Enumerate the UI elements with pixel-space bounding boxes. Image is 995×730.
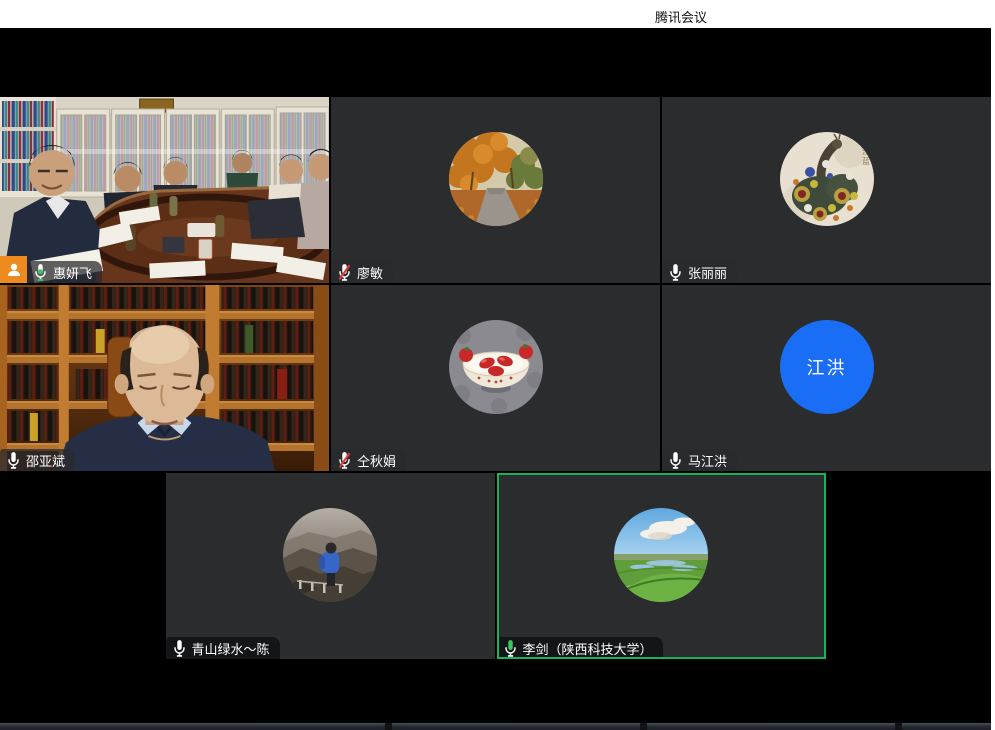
app-title: 腾讯会议	[655, 7, 707, 26]
presence-person-icon	[0, 256, 27, 283]
participant-label: 青山绿水～陈	[166, 637, 280, 659]
meeting-window: 惠妍飞	[0, 28, 991, 730]
participant-name: 廖敏	[357, 263, 383, 282]
participant-name: 仝秋娟	[357, 451, 396, 470]
participant-label: 张丽丽	[662, 261, 737, 283]
participant-label: 仝秋娟	[331, 449, 406, 471]
avatar-image	[283, 508, 377, 602]
participant-tile-majianghong[interactable]: 江洪 马江洪	[662, 285, 991, 471]
participant-label: 廖敏	[331, 261, 393, 283]
participant-tile-liaomin[interactable]: 廖敏	[331, 97, 660, 283]
participant-name: 惠妍飞	[53, 263, 92, 282]
participant-label: 惠妍飞	[27, 261, 102, 283]
grassland-avatar	[614, 508, 708, 602]
initials-text: 江洪	[807, 354, 847, 380]
participant-label: 李剑（陕西科技大学）	[497, 637, 663, 659]
participant-name: 马江洪	[688, 451, 727, 470]
grid-row-3: 青山绿水～陈	[0, 473, 991, 659]
participant-label: 马江洪	[662, 449, 737, 471]
window-title-bar: 腾讯会议	[0, 0, 995, 28]
grid-row-1: 惠妍飞	[0, 97, 991, 283]
strawberry-bowl-avatar	[449, 320, 543, 414]
video-grid: 惠妍飞	[0, 97, 991, 661]
participant-label: 邵亚斌	[0, 449, 75, 471]
taskbar-divider	[385, 723, 392, 730]
mountain-hiker-avatar	[283, 508, 377, 602]
participant-name: 邵亚斌	[26, 451, 65, 470]
mic-muted-icon	[338, 451, 351, 470]
svg-text:江: 江	[862, 147, 870, 156]
mic-speaking-icon	[504, 639, 517, 658]
grid-row-2: 邵亚斌	[0, 285, 991, 471]
participant-name: 张丽丽	[688, 263, 727, 282]
mic-on-icon	[7, 451, 20, 470]
mic-on-icon	[669, 263, 682, 282]
peacock-craft-avatar: 江 蓝	[780, 132, 874, 226]
mic-muted-icon	[338, 263, 351, 282]
avatar-image	[449, 132, 543, 226]
taskbar-edge	[0, 723, 991, 730]
taskbar-divider	[640, 723, 647, 730]
participant-name: 李剑（陕西科技大学）	[523, 639, 653, 658]
avatar-image: 江 蓝	[780, 132, 874, 226]
participant-tile-lijian[interactable]: 李剑（陕西科技大学）	[497, 473, 826, 659]
svg-text:蓝: 蓝	[862, 156, 870, 166]
participant-name: 青山绿水～陈	[192, 639, 270, 658]
avatar-image	[614, 508, 708, 602]
participant-tile-shaoyabin[interactable]: 邵亚斌	[0, 285, 329, 471]
mic-speaking-icon	[34, 263, 47, 282]
bookshelf-speaker-video	[0, 285, 329, 471]
autumn-road-avatar	[449, 132, 543, 226]
mic-on-icon	[669, 451, 682, 470]
mic-on-icon	[173, 639, 186, 658]
participant-tile-tongqiujuan[interactable]: 仝秋娟	[331, 285, 660, 471]
participant-tile-huiyanfei[interactable]: 惠妍飞	[0, 97, 329, 283]
meeting-room-video	[0, 97, 329, 283]
taskbar-divider	[895, 723, 902, 730]
participant-tile-zhanglili[interactable]: 江 蓝 张丽丽	[662, 97, 991, 283]
initials-avatar: 江洪	[780, 320, 874, 414]
avatar-image	[449, 320, 543, 414]
participant-tile-qingshanlvshui[interactable]: 青山绿水～陈	[166, 473, 495, 659]
